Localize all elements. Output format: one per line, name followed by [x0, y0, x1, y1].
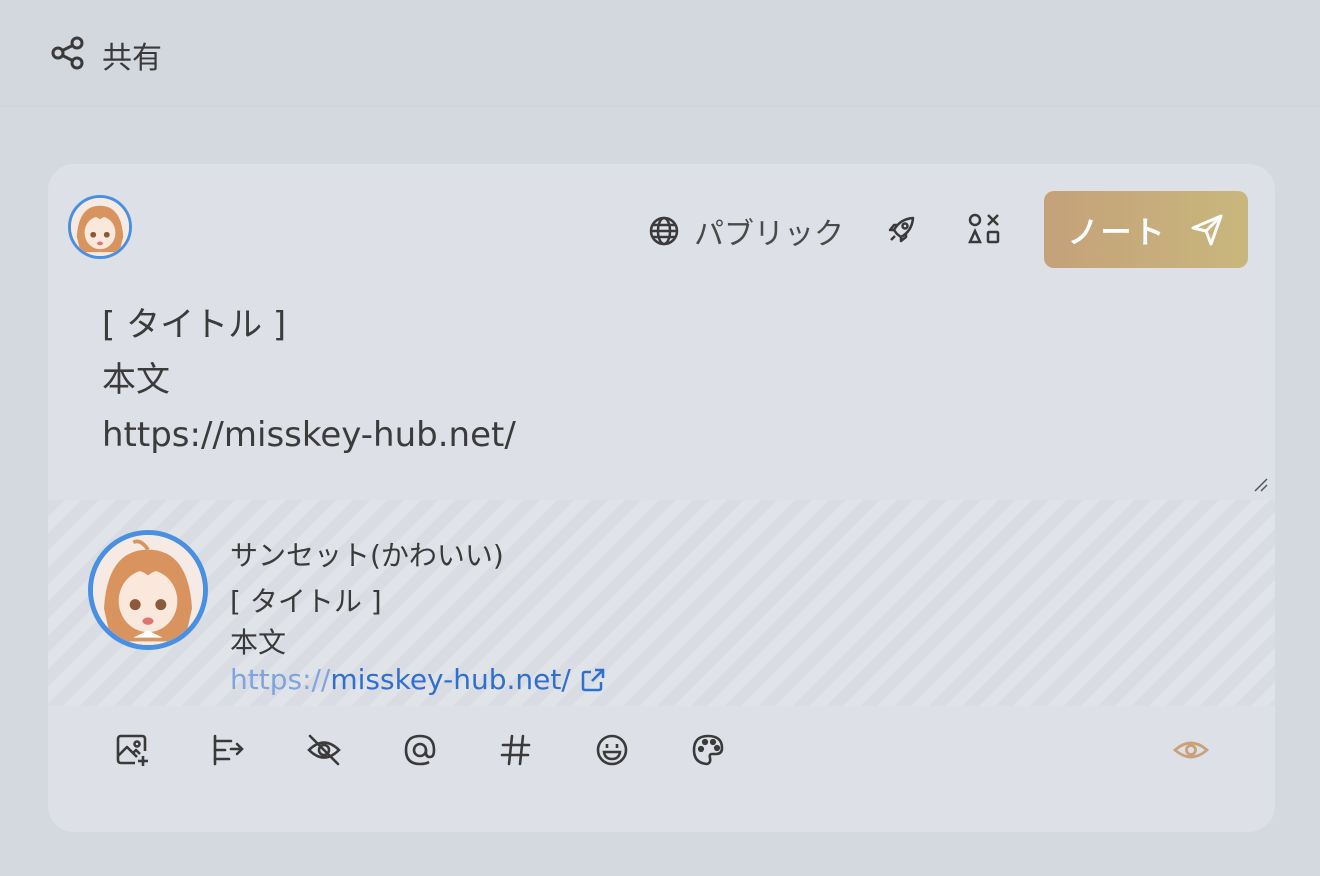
text-line: https://misskey-hub.net/	[102, 415, 516, 455]
preview-text-line: 本文	[230, 626, 287, 659]
note-composer: パブリック ノート [ タイトル ] 本文 https://misskey-hub.…	[48, 164, 1275, 832]
note-preview: サンセット(かわいい) [ タイトル ] 本文 https://misskey-…	[48, 500, 1275, 706]
header-bar: 共有	[0, 0, 1320, 107]
visibility-label: パブリック	[694, 217, 844, 252]
note-submit-button[interactable]: ノート	[1044, 191, 1248, 268]
preview-toggle-button[interactable]	[1169, 728, 1213, 772]
mention-icon	[404, 734, 436, 766]
send-icon	[1191, 214, 1222, 245]
palette-icon	[692, 734, 724, 766]
preview-username: サンセット(かわいい)	[230, 539, 504, 572]
mention-button[interactable]	[398, 728, 442, 772]
resize-handle[interactable]	[1253, 477, 1269, 493]
hashtag-button[interactable]	[494, 728, 538, 772]
share-icon	[51, 36, 84, 70]
eye-icon	[1172, 741, 1210, 759]
emoji-button[interactable]	[590, 728, 634, 772]
preview-text-line: [ タイトル ]	[230, 585, 382, 618]
attach-image-button[interactable]	[110, 728, 154, 772]
external-link-icon	[581, 668, 605, 691]
rocket-icon	[888, 216, 915, 243]
hide-icon	[307, 734, 341, 766]
palette-button[interactable]	[686, 728, 730, 772]
hide-content-button[interactable]	[302, 728, 346, 772]
note-text-input[interactable]: [ タイトル ] 本文 https://misskey-hub.net/	[102, 298, 1242, 498]
poll-button[interactable]	[206, 728, 250, 772]
note-button-label: ノート	[1067, 215, 1167, 251]
hashtag-icon	[500, 734, 531, 766]
link-host: misskey-hub.net/	[330, 663, 571, 696]
avatar[interactable]	[68, 195, 132, 259]
globe-icon	[649, 216, 679, 246]
emoji-icon	[596, 734, 628, 766]
shapes-icon	[968, 213, 1000, 244]
rocket-button[interactable]	[882, 209, 922, 249]
text-line: 本文	[102, 360, 170, 400]
link-scheme: https://	[230, 663, 331, 696]
text-line: [ タイトル ]	[102, 305, 287, 345]
plugins-button[interactable]	[964, 209, 1004, 249]
preview-link[interactable]: https://misskey-hub.net/	[230, 663, 607, 696]
avatar	[88, 530, 208, 650]
page-title: 共有	[102, 41, 162, 76]
composer-toolbar	[48, 706, 1275, 806]
poll-icon	[213, 734, 244, 766]
image-add-icon	[116, 734, 148, 766]
visibility-selector[interactable]: パブリック	[648, 209, 844, 253]
